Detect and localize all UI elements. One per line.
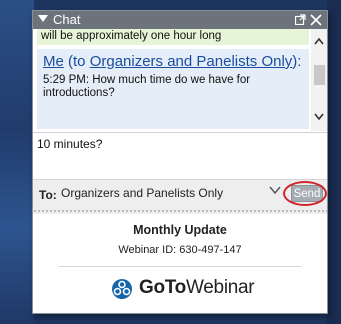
desktop-background: [0, 0, 34, 324]
triangle-down-icon[interactable]: [38, 15, 48, 22]
chat-panel: Chat will be approximately one hour long…: [32, 10, 328, 314]
footer-divider: [59, 266, 301, 267]
webinar-title: Monthly Update: [133, 223, 227, 237]
message-scrollbar[interactable]: [311, 29, 327, 131]
to-suffix: ):: [292, 53, 302, 70]
webinar-info: Monthly Update Webinar ID: 630-497-147 G…: [33, 214, 327, 313]
scrollbar-thumb[interactable]: [314, 65, 325, 85]
brand-suffix: Webinar: [186, 277, 255, 298]
highlight-circle: [283, 181, 327, 206]
to-label: To:: [39, 188, 57, 202]
recipient-link[interactable]: Organizers and Panelists Only: [90, 53, 293, 70]
webinar-id: Webinar ID: 630-497-147: [118, 244, 242, 256]
close-icon[interactable]: [310, 14, 322, 26]
recipient-dropdown-value: Organizers and Panelists Only: [61, 186, 224, 200]
chat-title: Chat: [53, 12, 81, 27]
to-prefix: (to: [63, 53, 90, 70]
compose-area: 10 minutes?: [33, 132, 327, 180]
popout-icon[interactable]: [295, 14, 306, 25]
chat-input[interactable]: 10 minutes?: [37, 137, 317, 177]
sender-link[interactable]: Me: [43, 53, 64, 70]
brand-prefix: GoTo: [139, 277, 186, 298]
message-header: Me (to Organizers and Panelists Only):: [43, 53, 303, 70]
chat-titlebar: Chat: [33, 11, 327, 29]
chevron-down-icon[interactable]: [314, 113, 324, 121]
desktop-background-right: [327, 0, 341, 324]
gotowebinar-logo-icon: [112, 279, 132, 299]
recipient-bar: To: Organizers and Panelists Only Send: [33, 179, 327, 209]
chevron-down-icon[interactable]: [269, 185, 281, 195]
gotowebinar-brand: GoToWebinar: [139, 277, 255, 299]
previous-message: will be approximately one hour long: [37, 29, 309, 45]
message-text: 5:29 PM: How much time do we have for in…: [43, 74, 251, 99]
chat-message-list[interactable]: will be approximately one hour long Me (…: [33, 29, 327, 131]
chat-message: Me (to Organizers and Panelists Only): 5…: [37, 49, 309, 129]
chevron-up-icon[interactable]: [314, 37, 324, 45]
